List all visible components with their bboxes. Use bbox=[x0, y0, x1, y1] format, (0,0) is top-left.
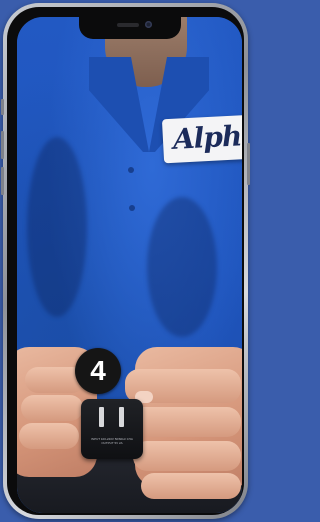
left-finger bbox=[21, 395, 83, 421]
shirt-fold bbox=[147, 197, 217, 337]
badge-text: Alpha bbox=[172, 118, 242, 156]
power-adapter: INPUT 100-240V 50/60Hz 0.5A OUTPUT 5V 2A bbox=[81, 399, 143, 459]
volume-up-button bbox=[1, 131, 4, 159]
right-finger bbox=[141, 473, 241, 499]
adapter-label: INPUT 100-240V 50/60Hz 0.5A OUTPUT 5V 2A bbox=[91, 437, 133, 445]
notch bbox=[79, 17, 181, 39]
shirt-button bbox=[128, 167, 134, 173]
name-badge: Alpha bbox=[161, 114, 242, 164]
adapter-prong bbox=[99, 407, 104, 427]
power-button bbox=[247, 143, 250, 185]
shirt-fold bbox=[27, 137, 87, 317]
silent-switch bbox=[1, 99, 4, 115]
left-finger bbox=[19, 423, 79, 449]
volume-down-button bbox=[1, 167, 4, 195]
video-screen[interactable]: Alpha INPUT 100-240V 50/60Hz 0.5A OUTPUT… bbox=[17, 17, 242, 513]
adapter-prong bbox=[119, 407, 124, 427]
earpiece-speaker-icon bbox=[117, 23, 139, 27]
right-finger bbox=[133, 441, 241, 471]
step-number-badge: 4 bbox=[75, 348, 121, 394]
step-number: 4 bbox=[90, 355, 106, 386]
front-camera-icon bbox=[145, 21, 152, 28]
phone-bezel: Alpha INPUT 100-240V 50/60Hz 0.5A OUTPUT… bbox=[7, 7, 244, 515]
phone-frame: Alpha INPUT 100-240V 50/60Hz 0.5A OUTPUT… bbox=[1, 3, 250, 519]
right-finger bbox=[129, 407, 241, 437]
shirt-button bbox=[129, 205, 135, 211]
